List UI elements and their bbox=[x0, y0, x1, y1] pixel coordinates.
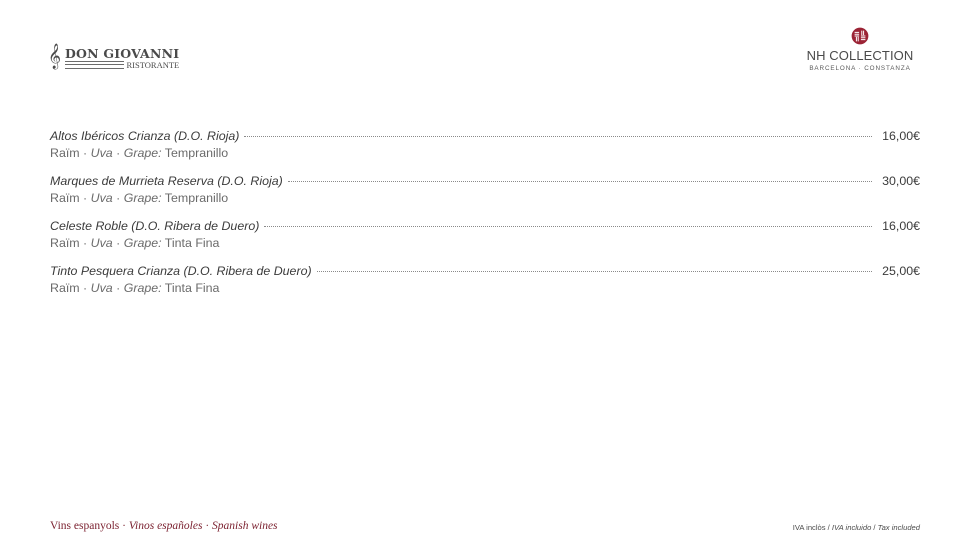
nh-collection-logo: NH COLLECTION BARCELONA · CONSTANZA bbox=[800, 27, 920, 72]
tax-note: IVA inclòs / IVA incluido / Tax included bbox=[792, 523, 920, 532]
dotted-leader bbox=[287, 180, 873, 182]
wine-price: 25,00€ bbox=[882, 264, 920, 278]
section-title-es: Vinos españoles bbox=[128, 520, 203, 532]
nh-collection-location: BARCELONA · CONSTANZA bbox=[809, 65, 911, 72]
grape-label-es: Uva bbox=[90, 146, 113, 160]
wine-name: Marques de Murrieta Reserva (D.O. Rioja) bbox=[50, 174, 283, 188]
treble-clef-icon: 𝄞 bbox=[48, 44, 62, 69]
grape-label-en: Grape: bbox=[123, 281, 162, 295]
nh-collection-name: NH COLLECTION bbox=[806, 48, 914, 63]
grape-label-ca: Raïm bbox=[50, 146, 80, 160]
dotted-leader bbox=[316, 270, 873, 272]
grape-label-en: Grape: bbox=[123, 146, 162, 160]
wine-grape-line: Raïm · Uva · Grape: Tinta Fina bbox=[50, 236, 220, 250]
wine-grape-line: Raïm · Uva · Grape: Tinta Fina bbox=[50, 281, 220, 295]
wine-grape-line: Raïm · Uva · Grape: Tempranillo bbox=[50, 146, 229, 160]
grape-label-ca: Raïm bbox=[50, 191, 80, 205]
logo-sub: RISTORANTE bbox=[126, 60, 180, 70]
section-title-en: Spanish wines bbox=[212, 520, 278, 532]
grape-variety: Tempranillo bbox=[164, 146, 229, 160]
wine-row: Altos Ibéricos Crianza (D.O. Rioja) 16,00… bbox=[50, 129, 920, 145]
logo-name: DON GIOVANNI bbox=[65, 46, 180, 61]
wine-item: Altos Ibéricos Crianza (D.O. Rioja) 16,00… bbox=[50, 129, 920, 161]
wine-name: Altos Ibéricos Crianza (D.O. Rioja) bbox=[50, 129, 240, 143]
wine-price: 30,00€ bbox=[882, 174, 920, 188]
nh-emblem-icon bbox=[851, 27, 869, 45]
grape-label-en: Grape: bbox=[123, 236, 162, 250]
logo-sub-row: RISTORANTE bbox=[65, 60, 179, 70]
grape-variety: Tempranillo bbox=[164, 191, 229, 205]
dotted-leader bbox=[264, 225, 873, 227]
tax-note-ca: IVA inclòs bbox=[792, 523, 826, 532]
grape-variety: Tinta Fina bbox=[164, 236, 220, 250]
wine-row: Tinto Pesquera Crianza (D.O. Ribera de D… bbox=[50, 264, 920, 280]
grape-label-ca: Raïm bbox=[50, 281, 80, 295]
grape-label-es: Uva bbox=[90, 281, 113, 295]
section-title-ca: Vins espanyols bbox=[50, 520, 120, 532]
wine-name: Celeste Roble (D.O. Ribera de Duero) bbox=[50, 219, 260, 233]
section-title: Vins espanyols · Vinos españoles · Spani… bbox=[50, 520, 278, 532]
tax-note-es: IVA incluido bbox=[831, 523, 872, 532]
wine-grape-line: Raïm · Uva · Grape: Tempranillo bbox=[50, 191, 229, 205]
wine-item: Marques de Murrieta Reserva (D.O. Rioja)… bbox=[50, 174, 920, 206]
wine-price: 16,00€ bbox=[882, 129, 920, 143]
dotted-leader bbox=[244, 135, 873, 137]
wine-name: Tinto Pesquera Crianza (D.O. Ribera de D… bbox=[50, 264, 312, 278]
tax-note-en: Tax included bbox=[877, 523, 920, 532]
logo-lines-decoration bbox=[65, 61, 124, 69]
wine-item: Tinto Pesquera Crianza (D.O. Ribera de D… bbox=[50, 264, 920, 296]
grape-label-en: Grape: bbox=[123, 191, 162, 205]
don-giovanni-logo: 𝄞 DON GIOVANNI RISTORANTE bbox=[48, 44, 179, 71]
wine-row: Marques de Murrieta Reserva (D.O. Rioja)… bbox=[50, 174, 920, 190]
grape-label-es: Uva bbox=[90, 236, 113, 250]
logo-text: DON GIOVANNI RISTORANTE bbox=[65, 47, 179, 70]
wine-price: 16,00€ bbox=[882, 219, 920, 233]
wine-list: Altos Ibéricos Crianza (D.O. Rioja) 16,00… bbox=[50, 129, 920, 309]
wine-row: Celeste Roble (D.O. Ribera de Duero) 16,0… bbox=[50, 219, 920, 235]
grape-variety: Tinta Fina bbox=[164, 281, 220, 295]
grape-label-ca: Raïm bbox=[50, 236, 80, 250]
wine-item: Celeste Roble (D.O. Ribera de Duero) 16,0… bbox=[50, 219, 920, 251]
grape-label-es: Uva bbox=[90, 191, 113, 205]
